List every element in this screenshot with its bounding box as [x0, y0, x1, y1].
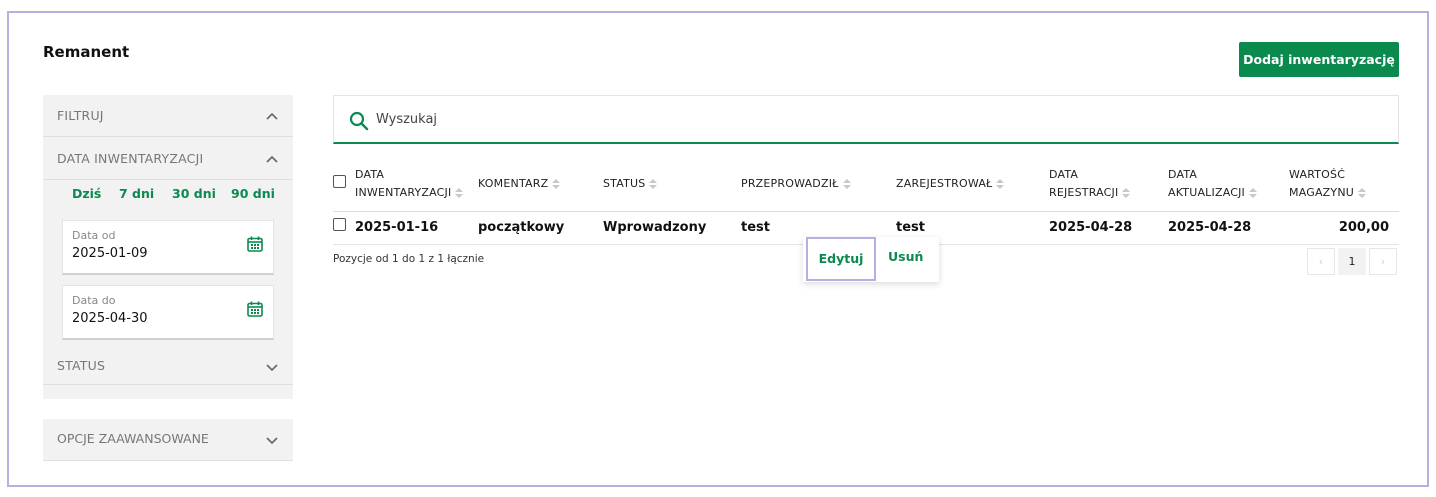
- col-value-line2: MAGAZYNU: [1289, 186, 1355, 199]
- advanced-options-label: OPCJE ZAAWANSOWANE: [57, 431, 209, 446]
- page-title: Remanent: [43, 43, 130, 61]
- sort-icon[interactable]: [552, 178, 561, 190]
- calendar-icon[interactable]: [246, 235, 264, 253]
- cell-performed-by: test: [741, 220, 770, 235]
- table-header: DATA INWENTARYZACJI KOMENTARZ STATUS PRZ…: [333, 160, 1399, 212]
- cell-reg-date: 2025-04-28: [1049, 220, 1133, 235]
- cell-comment: początkowy: [478, 220, 565, 235]
- row-checkbox[interactable]: [333, 218, 346, 231]
- chevron-up-icon[interactable]: [265, 152, 279, 166]
- date-to-field[interactable]: Data do 2025-04-30: [62, 285, 274, 340]
- date-from-value[interactable]: 2025-01-09: [72, 246, 148, 261]
- col-comment-label: KOMENTARZ: [478, 177, 549, 190]
- sort-icon[interactable]: [1122, 187, 1131, 199]
- delete-button[interactable]: Usuń: [888, 249, 923, 264]
- advanced-options-header[interactable]: OPCJE ZAAWANSOWANE: [43, 419, 293, 461]
- col-status-label: STATUS: [603, 177, 646, 190]
- col-reg-date-line2: REJESTRACJI: [1049, 186, 1119, 199]
- next-page-button[interactable]: ›: [1369, 248, 1397, 275]
- sort-icon[interactable]: [1358, 187, 1367, 199]
- chevron-down-icon[interactable]: [265, 433, 279, 447]
- col-date-line2: INWENTARYZACJI: [355, 186, 452, 199]
- quick-range-7-days[interactable]: 7 dni: [119, 186, 154, 201]
- col-registered-by-label: ZAREJESTROWAŁ: [896, 177, 993, 190]
- filter-panel: FILTRUJ DATA INWENTARYZACJI Dziś 7 dni 3…: [43, 95, 293, 399]
- date-to-label: Data do: [72, 294, 116, 307]
- col-date[interactable]: DATA INWENTARYZACJI: [355, 166, 464, 202]
- col-reg-date-line1: DATA: [1049, 168, 1079, 181]
- page-1-button[interactable]: 1: [1338, 248, 1366, 275]
- search-bar: [333, 95, 1399, 144]
- add-inventory-button[interactable]: Dodaj inwentaryzację: [1239, 42, 1399, 77]
- filter-label: FILTRUJ: [57, 108, 104, 123]
- calendar-icon[interactable]: [246, 300, 264, 318]
- chevron-down-icon[interactable]: [265, 360, 279, 374]
- col-registered-by[interactable]: ZAREJESTROWAŁ: [896, 175, 1005, 193]
- pagination-summary: Pozycje od 1 do 1 z 1 łącznie: [333, 253, 485, 265]
- cell-date: 2025-01-16: [355, 220, 439, 235]
- row-actions-menu: Edytuj Usuń: [803, 237, 939, 282]
- quick-range-90-days[interactable]: 90 dni: [231, 186, 275, 201]
- date-section-header[interactable]: DATA INWENTARYZACJI: [43, 138, 293, 180]
- edit-button[interactable]: Edytuj: [806, 237, 876, 281]
- col-upd-date-line2: AKTUALIZACJI: [1168, 186, 1245, 199]
- col-value-line1: WARTOŚĆ: [1289, 168, 1346, 181]
- select-all-checkbox[interactable]: [333, 175, 346, 188]
- col-status[interactable]: STATUS: [603, 175, 658, 193]
- col-value[interactable]: WARTOŚĆ MAGAZYNU: [1289, 166, 1367, 202]
- date-to-value[interactable]: 2025-04-30: [72, 311, 148, 326]
- quick-range-today[interactable]: Dziś: [72, 186, 101, 201]
- sort-icon[interactable]: [842, 178, 851, 190]
- filter-header[interactable]: FILTRUJ: [43, 95, 293, 137]
- col-upd-date-line1: DATA: [1168, 168, 1198, 181]
- date-section-label: DATA INWENTARYZACJI: [57, 151, 204, 166]
- col-reg-date[interactable]: DATA REJESTRACJI: [1049, 166, 1131, 202]
- cell-registered-by: test: [896, 220, 925, 235]
- cell-value: 200,00: [1338, 220, 1389, 235]
- sort-icon[interactable]: [649, 178, 658, 190]
- status-section-header[interactable]: STATUS: [43, 346, 293, 385]
- status-section-label: STATUS: [57, 358, 106, 373]
- date-from-label: Data od: [72, 229, 116, 242]
- sort-icon[interactable]: [455, 187, 464, 199]
- cell-status: Wprowadzony: [603, 220, 707, 235]
- col-comment[interactable]: KOMENTARZ: [478, 175, 561, 193]
- chevron-up-icon[interactable]: [265, 109, 279, 123]
- col-upd-date[interactable]: DATA AKTUALIZACJI: [1168, 166, 1257, 202]
- search-input[interactable]: [376, 108, 1276, 130]
- col-date-line1: DATA: [355, 168, 385, 181]
- date-from-field[interactable]: Data od 2025-01-09: [62, 220, 274, 275]
- search-icon: [349, 111, 369, 131]
- sort-icon[interactable]: [996, 178, 1005, 190]
- cell-upd-date: 2025-04-28: [1168, 220, 1252, 235]
- quick-range-row: Dziś 7 dni 30 dni 90 dni: [43, 186, 293, 208]
- col-performed-by-label: PRZEPROWADZIŁ: [741, 177, 839, 190]
- sort-icon[interactable]: [1249, 187, 1257, 199]
- col-performed-by[interactable]: PRZEPROWADZIŁ: [741, 175, 851, 193]
- prev-page-button[interactable]: ‹: [1307, 248, 1335, 275]
- quick-range-30-days[interactable]: 30 dni: [172, 186, 216, 201]
